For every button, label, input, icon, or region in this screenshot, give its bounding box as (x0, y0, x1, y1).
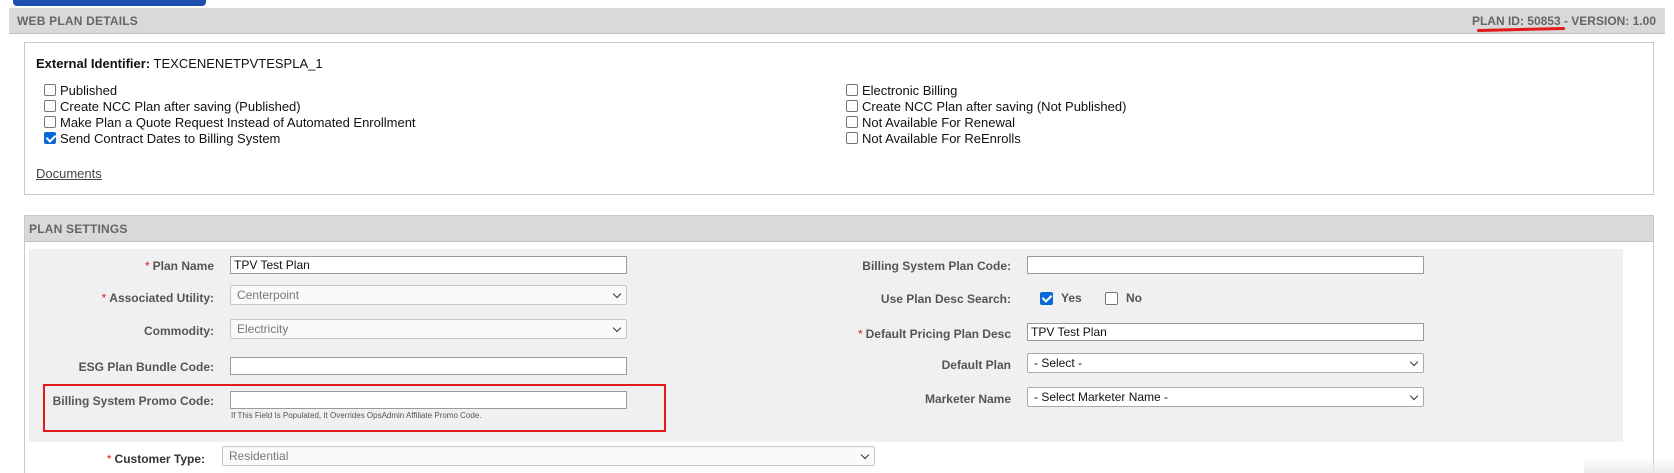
esg-plan-bundle-input[interactable] (230, 357, 627, 375)
checkbox-not-available-renewal[interactable]: Not Available For Renewal (846, 114, 1015, 130)
select-value: Centerpoint (237, 288, 300, 302)
checkbox-label: Make Plan a Quote Request Instead of Aut… (60, 114, 416, 130)
external-identifier-label: External Identifier: (36, 56, 151, 71)
checkbox-icon[interactable] (846, 100, 858, 112)
promo-code-hint: If This Field Is Populated, It Overrides… (231, 411, 482, 420)
chevron-down-icon (860, 450, 870, 460)
documents-link[interactable]: Documents (36, 166, 102, 181)
associated-utility-label: * Associated Utility: (102, 291, 214, 305)
checkbox-label: Electronic Billing (862, 82, 958, 98)
marketer-name-label: Marketer Name (924, 392, 1011, 406)
customer-type-select[interactable]: Residential (222, 446, 875, 466)
select-value: - Select Marketer Name - (1034, 390, 1169, 404)
checkbox-icon[interactable] (846, 132, 858, 144)
checkbox-label: Published (60, 82, 118, 98)
use-plan-desc-no[interactable]: No (1105, 291, 1142, 305)
checkbox-icon[interactable] (44, 84, 56, 96)
default-plan-label: Default Plan (941, 358, 1011, 372)
external-identifier: External Identifier: TEXCENENETPVTESPLA_… (36, 56, 323, 71)
marketer-name-select[interactable]: - Select Marketer Name - (1027, 387, 1424, 407)
use-plan-desc-search-label: Use Plan Desc Search: (880, 292, 1011, 306)
checkbox-send-contract-dates[interactable]: Send Contract Dates to Billing System (44, 130, 280, 146)
chevron-down-icon (1409, 357, 1419, 367)
select-value: - Select - (1034, 356, 1083, 370)
top-tab-button[interactable] (13, 0, 206, 6)
chevron-down-icon (612, 289, 622, 299)
checkbox-label: Send Contract Dates to Billing System (60, 130, 281, 146)
label-text: Plan Name (152, 259, 214, 273)
checkbox-icon[interactable] (846, 116, 858, 128)
checkbox-published[interactable]: Published (44, 82, 117, 98)
select-value: Residential (229, 449, 289, 463)
checkbox-label: Not Available For ReEnrolls (862, 130, 1021, 146)
plan-name-input[interactable] (230, 256, 627, 274)
default-pricing-plan-desc-input[interactable] (1027, 323, 1424, 341)
required-marker: * (106, 452, 112, 466)
chevron-down-icon (1409, 391, 1419, 401)
checkbox-icon[interactable] (44, 100, 56, 112)
commodity-label: Commodity: (144, 324, 214, 338)
checkbox-quote-request[interactable]: Make Plan a Quote Request Instead of Aut… (44, 114, 416, 130)
commodity-select[interactable]: Electricity (230, 319, 627, 339)
checkbox-icon[interactable] (846, 84, 858, 96)
required-marker: * (101, 291, 107, 305)
select-value: Electricity (237, 322, 289, 336)
required-marker: * (144, 259, 150, 273)
checkbox-icon[interactable] (44, 116, 56, 128)
billing-system-plan-code-input[interactable] (1027, 256, 1424, 274)
section-title: WEB PLAN DETAILS (17, 14, 138, 28)
customer-type-label: * Customer Type: (107, 452, 205, 466)
default-pricing-plan-desc-label: * Default Pricing Plan Desc (858, 327, 1011, 341)
associated-utility-select[interactable]: Centerpoint (230, 285, 627, 305)
checkbox-checked-icon[interactable] (44, 132, 56, 144)
label-text: Default Pricing Plan Desc (865, 327, 1011, 341)
label-text: Associated Utility: (109, 291, 214, 305)
chevron-down-icon (612, 323, 622, 333)
required-marker: * (857, 327, 863, 341)
checkbox-checked-icon[interactable] (1040, 291, 1053, 305)
plan-settings-header: PLAN SETTINGS (25, 216, 1653, 242)
no-label: No (1126, 291, 1142, 305)
checkbox-label: Create NCC Plan after saving (Not Publis… (862, 98, 1127, 114)
use-plan-desc-yes[interactable]: Yes (1040, 291, 1082, 305)
section-title: PLAN SETTINGS (29, 222, 128, 236)
plan-name-label: * Plan Name (145, 259, 214, 273)
checkbox-not-available-reenrolls[interactable]: Not Available For ReEnrolls (846, 130, 1021, 146)
plan-id-version: PLAN ID: 50853 - VERSION: 1.00 (1471, 14, 1656, 28)
billing-system-plan-code-label: Billing System Plan Code: (862, 259, 1011, 273)
checkbox-label: Not Available For Renewal (862, 114, 1015, 130)
decorative-gradient (1584, 457, 1674, 473)
checkbox-create-ncc-not-published[interactable]: Create NCC Plan after saving (Not Publis… (846, 98, 1126, 114)
checkbox-electronic-billing[interactable]: Electronic Billing (846, 82, 957, 98)
checkbox-label: Create NCC Plan after saving (Published) (60, 98, 301, 114)
esg-plan-bundle-label: ESG Plan Bundle Code: (78, 360, 214, 374)
label-text: Customer Type: (114, 452, 205, 466)
billing-promo-code-label: Billing System Promo Code: (52, 394, 214, 408)
checkbox-icon[interactable] (1105, 291, 1118, 305)
yes-label: Yes (1061, 291, 1082, 305)
default-plan-select[interactable]: - Select - (1027, 353, 1424, 373)
external-identifier-value: TEXCENENETPVTESPLA_1 (153, 56, 323, 71)
checkbox-create-ncc-published[interactable]: Create NCC Plan after saving (Published) (44, 98, 301, 114)
billing-promo-code-input[interactable] (230, 391, 627, 409)
web-plan-details-header: WEB PLAN DETAILS PLAN ID: 50853 - VERSIO… (9, 8, 1665, 34)
